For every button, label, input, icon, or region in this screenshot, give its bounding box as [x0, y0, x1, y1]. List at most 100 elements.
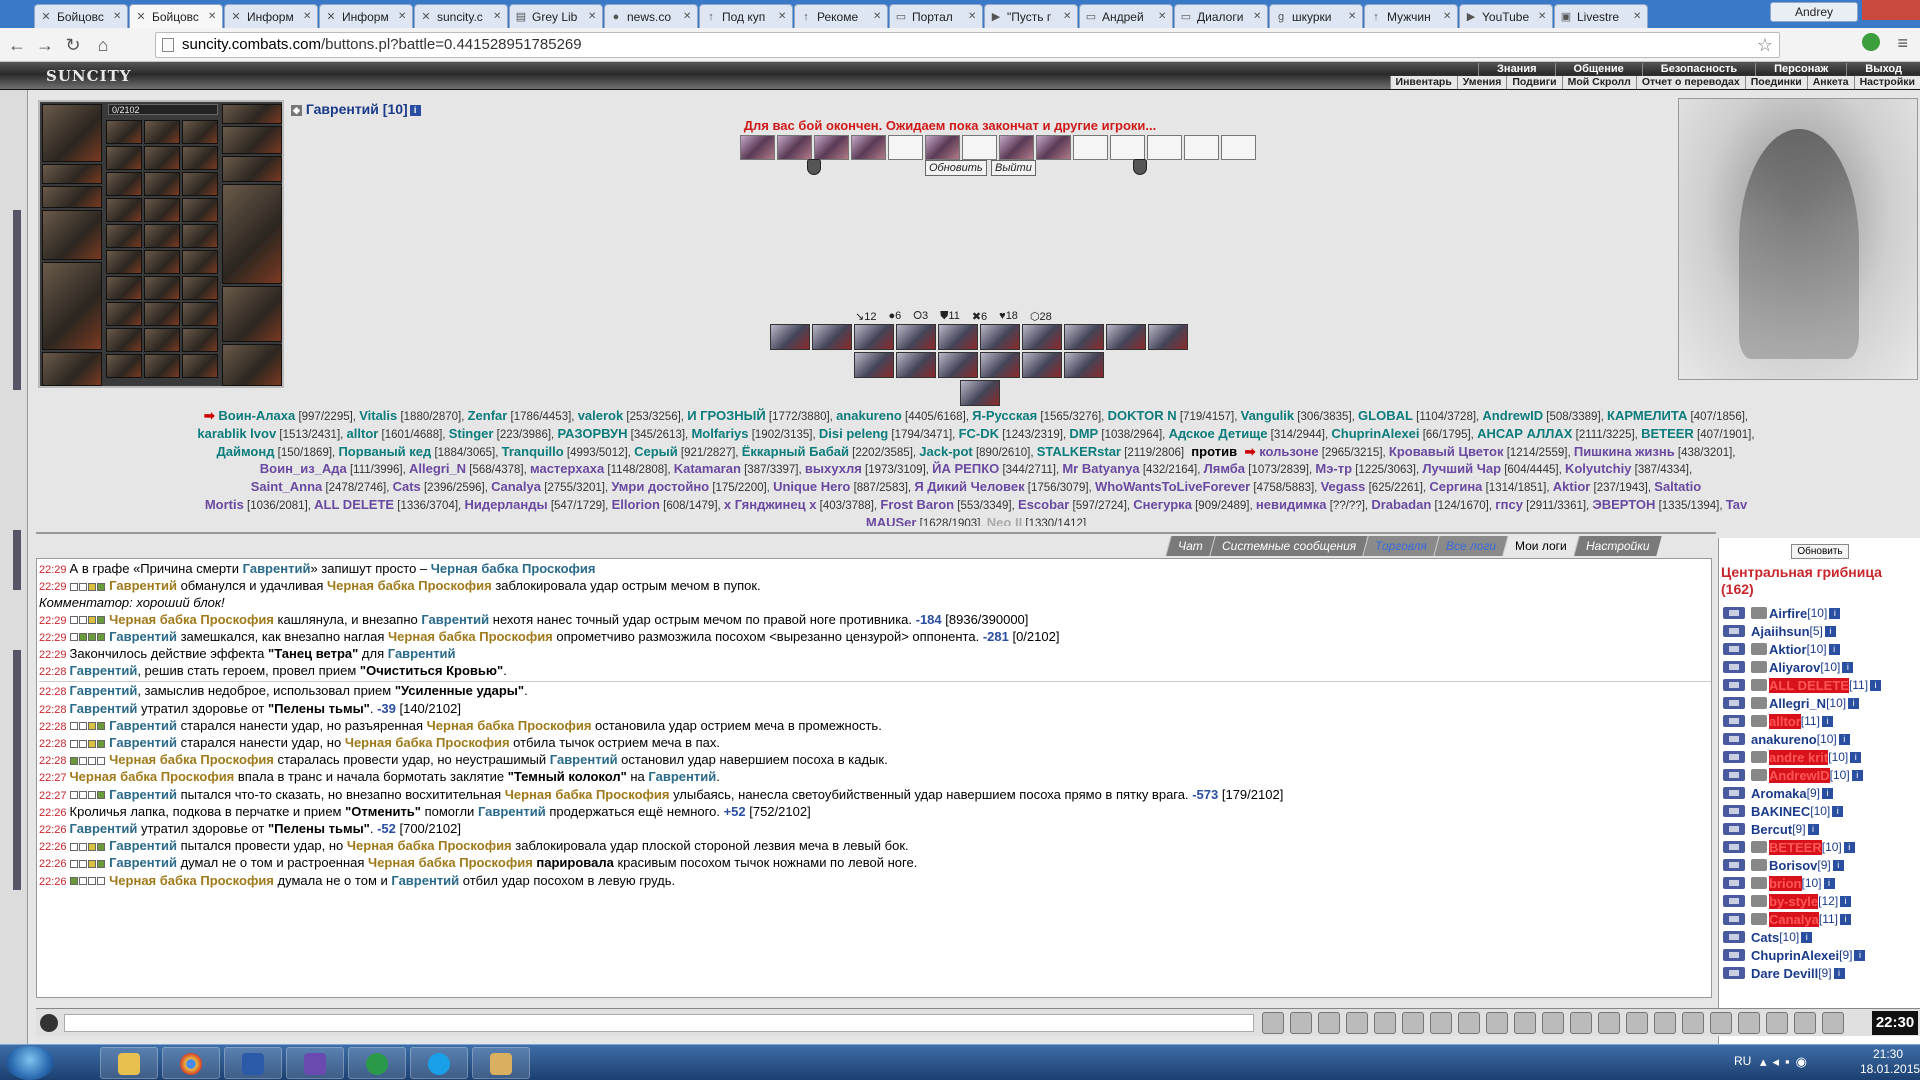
private-message-icon[interactable]	[1723, 751, 1745, 763]
inventory-slot[interactable]	[182, 146, 218, 170]
browser-tab[interactable]: ↑ Рекоме ✕	[794, 4, 888, 28]
close-icon[interactable]: ✕	[1633, 11, 1643, 22]
chat-input[interactable]	[64, 1014, 1254, 1032]
player-name[interactable]: Frost Baron	[880, 497, 954, 512]
player-name[interactable]: Воин-Алаха	[218, 408, 295, 423]
user-row[interactable]: Aromaka [9] i	[1723, 784, 1919, 802]
player-name[interactable]: кользоне	[1259, 444, 1318, 459]
browser-tab[interactable]: ● news.co ✕	[604, 4, 698, 28]
close-icon[interactable]: ✕	[778, 11, 788, 22]
taskbar-explorer[interactable]	[100, 1047, 158, 1079]
info-icon[interactable]: i	[1821, 787, 1833, 799]
user-row[interactable]: ALL DELETE [11] i	[1723, 676, 1919, 694]
info-icon[interactable]: i	[1854, 949, 1866, 961]
taskbar-chrome[interactable]	[162, 1047, 220, 1079]
player-name[interactable]: BETEER	[1641, 426, 1694, 441]
info-icon[interactable]: i	[1832, 805, 1844, 817]
chat-tab[interactable]: Торговля	[1362, 536, 1439, 556]
skill-button[interactable]	[854, 352, 894, 378]
inventory-slot[interactable]	[182, 354, 218, 378]
user-name[interactable]: andre krit	[1769, 749, 1829, 765]
browser-tab[interactable]: ▭ Портал ✕	[889, 4, 983, 28]
browser-menu-icon[interactable]: ≡	[1897, 33, 1908, 54]
private-message-icon[interactable]	[1723, 895, 1745, 907]
info-icon[interactable]: i	[1838, 733, 1850, 745]
equipment-slot[interactable]	[42, 186, 102, 208]
info-icon[interactable]: i	[1828, 643, 1840, 655]
gem-icon[interactable]	[1654, 1012, 1676, 1034]
info-icon[interactable]: i	[1832, 859, 1844, 871]
player-name[interactable]: мастерхаха	[530, 461, 604, 476]
private-message-icon[interactable]	[1723, 913, 1745, 925]
percent-icon[interactable]	[1402, 1012, 1424, 1034]
player-name[interactable]: STALKERstar	[1037, 444, 1121, 459]
player-name[interactable]: GLOBAL	[1358, 408, 1413, 423]
scroll-icon[interactable]	[1794, 1012, 1816, 1034]
player-name[interactable]: Я-Русская	[972, 408, 1037, 423]
private-message-icon[interactable]	[1723, 697, 1745, 709]
extension-icon[interactable]	[1862, 33, 1880, 51]
player-name[interactable]: Mortis	[205, 497, 244, 512]
address-bar[interactable]: suncity.combats.com/buttons.pl?battle=0.…	[155, 32, 1780, 58]
player-name[interactable]: Порваный кед	[338, 444, 431, 459]
log-player[interactable]: Гаврентий	[109, 838, 177, 853]
user-name[interactable]: anakureno	[1751, 732, 1817, 747]
log-player[interactable]: Черная бабка Проскофия	[109, 612, 274, 627]
player-name[interactable]: FC-DK	[959, 426, 999, 441]
player-name[interactable]: Jack-pot	[919, 444, 972, 459]
private-message-icon[interactable]	[1723, 661, 1745, 673]
private-message-icon[interactable]	[1723, 805, 1745, 817]
player-name[interactable]: Saltatio	[1654, 479, 1701, 494]
info-icon[interactable]: i	[1824, 625, 1836, 637]
log-player[interactable]: Черная бабка Проскофия	[70, 769, 235, 784]
user-name[interactable]: Allegri_N	[1769, 696, 1826, 711]
skill-button[interactable]	[938, 324, 978, 350]
player-name[interactable]: Ёккарный Бабай	[742, 444, 849, 459]
log-player[interactable]: Гаврентий	[391, 873, 459, 888]
fist-icon[interactable]	[1682, 1012, 1704, 1034]
sub-nav-item[interactable]: Мой Скролл	[1561, 76, 1636, 89]
close-icon[interactable]: ✕	[1158, 11, 1168, 22]
sub-nav-item[interactable]: Анкета	[1806, 76, 1854, 89]
user-name[interactable]: Aromaka	[1751, 786, 1807, 801]
skill-button[interactable]	[980, 352, 1020, 378]
inventory-slot[interactable]	[106, 302, 142, 326]
inventory-slot[interactable]	[106, 146, 142, 170]
browser-tab[interactable]: ▤ Grey Lib ✕	[509, 4, 603, 28]
private-message-icon[interactable]	[1723, 949, 1745, 961]
sub-nav-item[interactable]: Отчет о переводах	[1635, 76, 1745, 89]
inventory-slot[interactable]	[106, 120, 142, 144]
inventory-slot[interactable]	[182, 172, 218, 196]
player-name[interactable]: АНСАР АЛЛАХ	[1477, 426, 1572, 441]
lock-icon[interactable]	[1738, 1012, 1760, 1034]
player-name[interactable]: Серый	[634, 444, 678, 459]
helmet-icon[interactable]	[1710, 1012, 1732, 1034]
filter-icon[interactable]	[1318, 1012, 1340, 1034]
user-name[interactable]: brion	[1769, 875, 1802, 891]
user-row[interactable]: Allegri_N [10] i	[1723, 694, 1919, 712]
info-icon[interactable]: i	[1821, 715, 1833, 727]
player-name[interactable]: DOKTOR N	[1108, 408, 1177, 423]
info-icon[interactable]: i	[1823, 877, 1835, 889]
log-player[interactable]: Гаврентий	[70, 821, 138, 836]
inventory-slot[interactable]	[106, 172, 142, 196]
player-name[interactable]: Мэ-тр	[1315, 461, 1352, 476]
player-name[interactable]: Allegri_N	[409, 461, 466, 476]
browser-tab[interactable]: ▣ Livestre ✕	[1554, 4, 1648, 28]
effect-slot[interactable]	[814, 135, 849, 160]
chevron-icon[interactable]	[1514, 1012, 1536, 1034]
user-row[interactable]: AndrewID [10] i	[1723, 766, 1919, 784]
equipment-slot[interactable]	[222, 126, 282, 154]
browser-tab[interactable]: ↑ Под куп ✕	[699, 4, 793, 28]
private-message-icon[interactable]	[1723, 769, 1745, 781]
taskbar-word[interactable]	[224, 1047, 282, 1079]
player-name[interactable]: karablik lvov	[197, 426, 276, 441]
user-row[interactable]: BAKINEC [10] i	[1723, 802, 1919, 820]
user-name[interactable]: Bercut	[1751, 822, 1792, 837]
effect-slot[interactable]	[1036, 135, 1071, 160]
save-icon[interactable]	[1346, 1012, 1368, 1034]
player-name[interactable]: Neo II	[987, 515, 1022, 526]
private-message-icon[interactable]	[1723, 733, 1745, 745]
user-row[interactable]: Airfire [10] i	[1723, 604, 1919, 622]
inventory-slot[interactable]	[144, 146, 180, 170]
